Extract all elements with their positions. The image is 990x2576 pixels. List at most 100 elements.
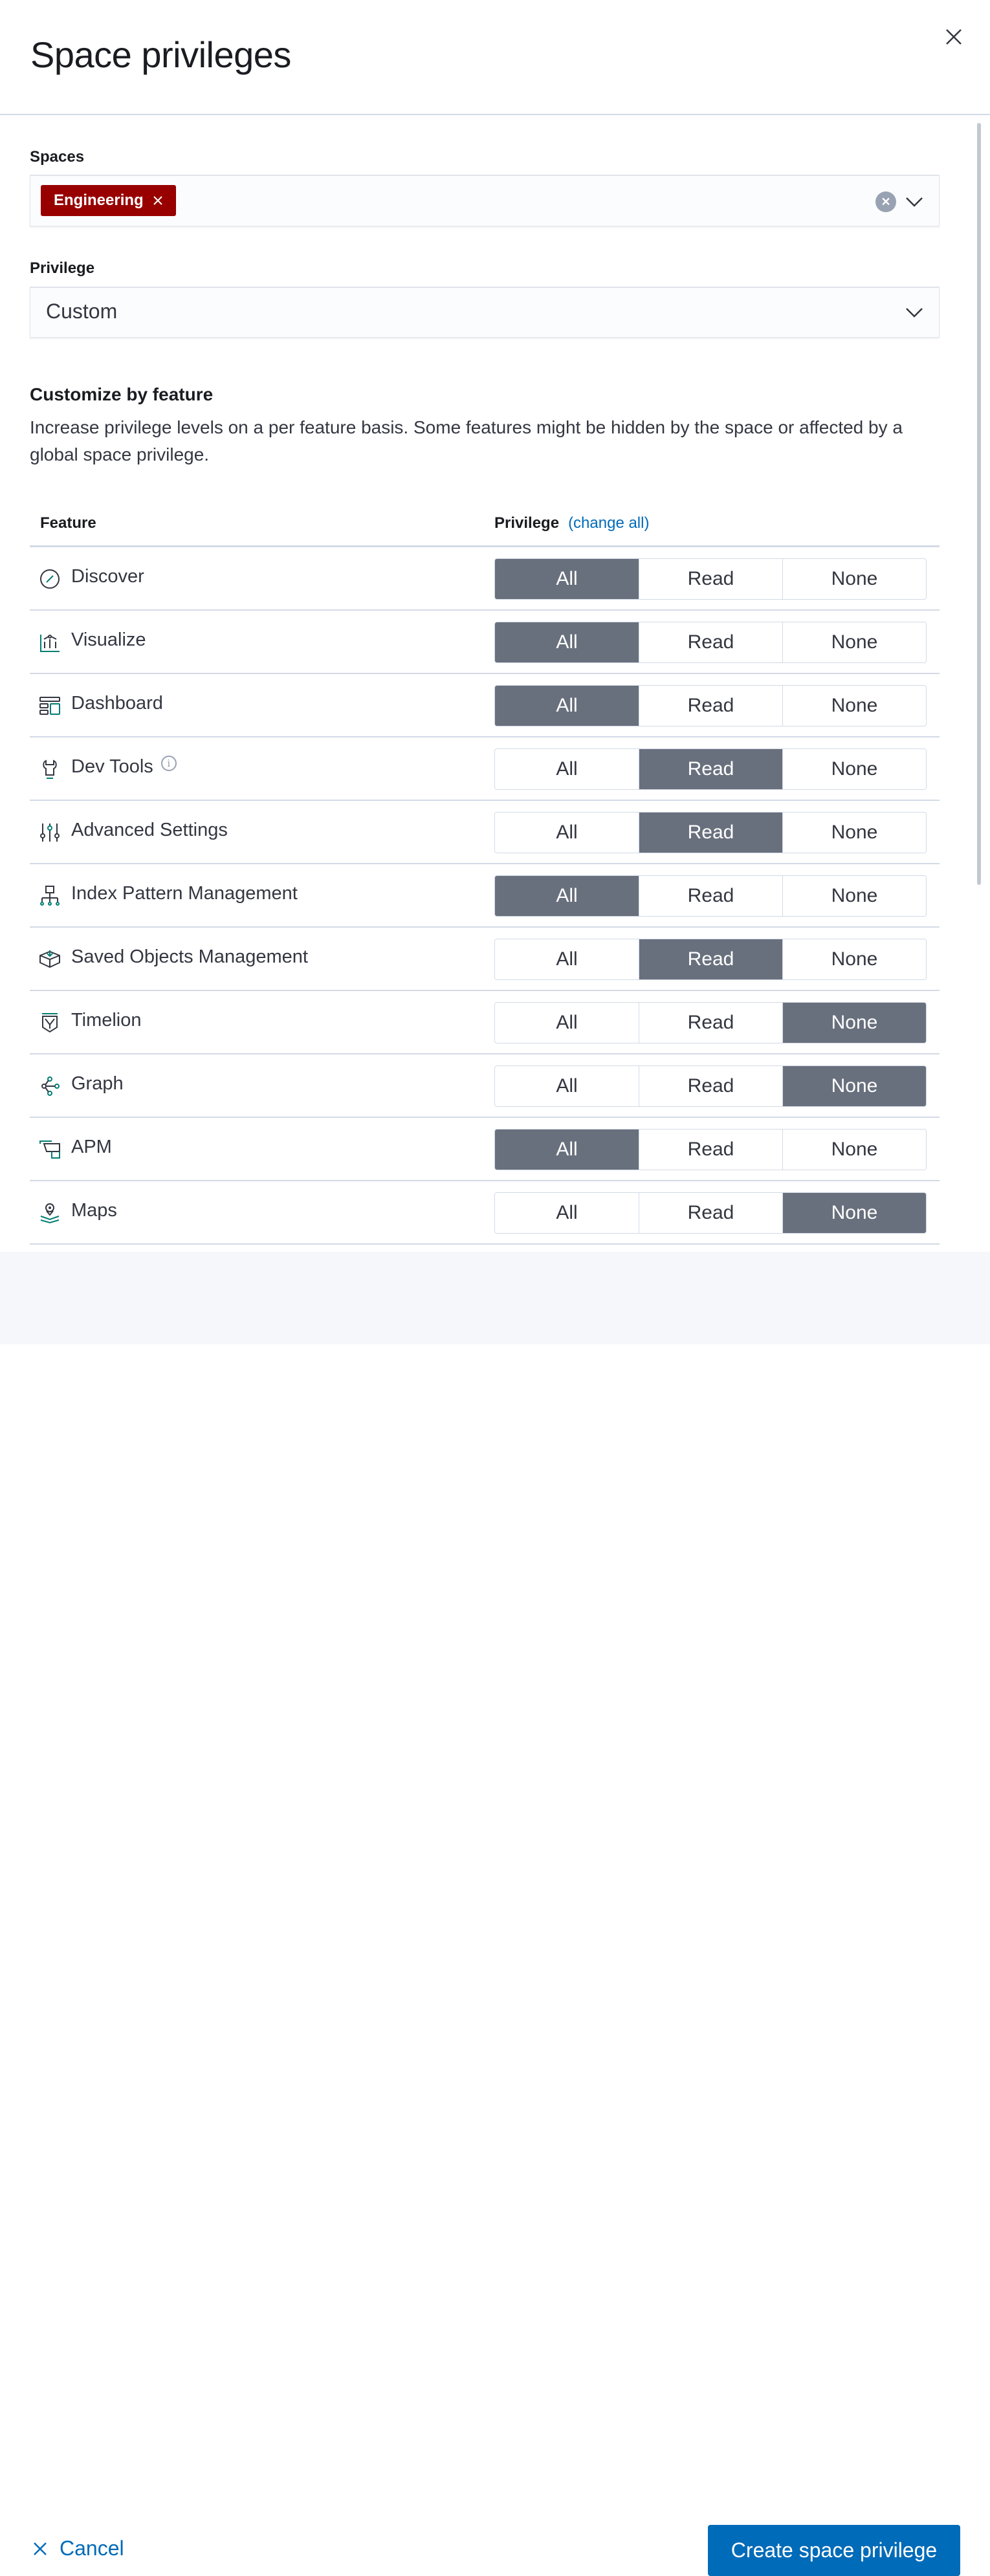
feature-name: Saved Objects Management	[71, 946, 308, 968]
cancel-button[interactable]: Cancel	[32, 2537, 124, 2560]
scrollbar[interactable]	[977, 123, 981, 885]
privilege-option-none[interactable]: None	[782, 1066, 926, 1106]
feature-row-dashboard: Dashboard All Read None	[30, 674, 940, 737]
privilege-option-read[interactable]: Read	[639, 1130, 782, 1170]
privilege-option-read[interactable]: Read	[639, 1003, 782, 1043]
privilege-option-read[interactable]: Read	[639, 622, 782, 662]
privilege-button-group: All Read None	[494, 1192, 927, 1234]
feature-row-apm: APM All Read None	[30, 1118, 940, 1181]
privilege-button-group: All Read None	[494, 939, 927, 980]
privilege-option-all[interactable]: All	[495, 1130, 639, 1170]
remove-chip-icon[interactable]	[153, 195, 163, 206]
cross-icon	[34, 2542, 47, 2555]
privilege-select[interactable]: Custom	[30, 287, 940, 338]
privilege-option-none[interactable]: None	[782, 686, 926, 726]
privilege-option-read[interactable]: Read	[639, 939, 782, 979]
maps-icon	[40, 1203, 60, 1224]
feature-row-visualize: Visualize All Read None	[30, 611, 940, 674]
chevron-down-icon[interactable]	[905, 197, 923, 207]
feature-row-timelion: Timelion All Read None	[30, 991, 940, 1054]
privilege-option-none[interactable]: None	[782, 1193, 926, 1233]
privilege-option-all[interactable]: All	[495, 1003, 639, 1043]
feature-column-header: Feature	[40, 514, 96, 532]
privilege-button-group: All Read None	[494, 1002, 927, 1043]
privilege-option-all[interactable]: All	[495, 876, 639, 916]
feature-label: Index Pattern Management	[71, 883, 298, 904]
privilege-option-all[interactable]: All	[495, 622, 639, 662]
close-icon[interactable]	[944, 27, 963, 47]
timelion-icon	[42, 1013, 58, 1033]
privilege-option-read[interactable]: Read	[639, 559, 782, 599]
feature-row-maps: Maps All Read None	[30, 1181, 940, 1245]
privilege-option-all[interactable]: All	[495, 749, 639, 789]
privilege-option-read[interactable]: Read	[639, 686, 782, 726]
feature-name: Index Pattern Management	[71, 883, 298, 904]
flyout-footer: Cancel Create space privilege	[0, 1252, 990, 2576]
privilege-option-none[interactable]: None	[782, 813, 926, 853]
space-chip-label: Engineering	[54, 191, 144, 209]
info-icon[interactable]: i	[160, 755, 177, 771]
feature-label: Timelion	[71, 1010, 142, 1031]
feature-name: Dashboard	[71, 693, 163, 714]
feature-row-dev-tools: Dev Tools i All Read None	[30, 737, 940, 801]
clear-icon[interactable]: ✕	[875, 191, 896, 212]
privilege-option-all[interactable]: All	[495, 1193, 639, 1233]
privilege-option-all[interactable]: All	[495, 939, 639, 979]
privilege-button-group: All Read None	[494, 622, 927, 663]
customize-heading: Customize by feature	[30, 384, 214, 404]
privilege-button-group: All Read None	[494, 875, 927, 917]
feature-name: Maps	[71, 1200, 117, 1221]
feature-row-discover: Discover All Read None	[30, 547, 940, 611]
privilege-column-header: Privilege (change all)	[494, 514, 649, 532]
feature-label: Dashboard	[71, 693, 163, 714]
dashboard-icon	[39, 697, 60, 715]
feature-row-graph: Graph All Read None	[30, 1054, 940, 1118]
feature-name: Dev Tools i	[71, 755, 177, 778]
privilege-button-group: All Read None	[494, 1065, 927, 1107]
feature-name: Visualize	[71, 629, 146, 651]
create-space-privilege-button[interactable]: Create space privilege	[708, 2525, 960, 2576]
feature-name: APM	[71, 1137, 112, 1158]
privilege-option-all[interactable]: All	[495, 1066, 639, 1106]
feature-label: Saved Objects Management	[71, 946, 308, 967]
privilege-option-none[interactable]: None	[782, 622, 926, 662]
privilege-option-read[interactable]: Read	[639, 813, 782, 853]
privilege-button-group: All Read None	[494, 812, 927, 853]
visualize-icon	[40, 635, 60, 652]
feature-row-advanced-settings: Advanced Settings All Read None	[30, 801, 940, 864]
privilege-option-all[interactable]: All	[495, 813, 639, 853]
privilege-option-all[interactable]: All	[495, 686, 639, 726]
feature-label: Dev Tools	[71, 756, 153, 777]
privilege-option-none[interactable]: None	[782, 749, 926, 789]
customize-description: Increase privilege levels on a per featu…	[30, 417, 903, 464]
feature-label: Maps	[71, 1200, 117, 1221]
privilege-option-read[interactable]: Read	[639, 1066, 782, 1106]
feature-name: Discover	[71, 566, 144, 587]
privilege-option-none[interactable]: None	[782, 559, 926, 599]
spaces-combobox[interactable]: Engineering ✕	[30, 175, 940, 226]
change-all-link[interactable]: (change all)	[568, 514, 649, 532]
privilege-button-group: All Read None	[494, 1129, 927, 1170]
privilege-option-read[interactable]: Read	[639, 876, 782, 916]
wrench-icon	[43, 759, 57, 779]
privilege-option-none[interactable]: None	[782, 876, 926, 916]
privilege-button-group: All Read None	[494, 685, 927, 726]
sliders-icon	[40, 824, 60, 842]
spaces-label: Spaces	[30, 148, 85, 166]
feature-row-saved-objects-management: Saved Objects Management All Read None	[30, 928, 940, 991]
header-divider	[0, 114, 990, 115]
privilege-option-none[interactable]: None	[782, 1130, 926, 1170]
privilege-value: Custom	[46, 300, 118, 323]
box-icon	[39, 950, 60, 968]
privilege-option-read[interactable]: Read	[639, 1193, 782, 1233]
feature-label: Visualize	[71, 629, 146, 650]
feature-label: Advanced Settings	[71, 820, 228, 840]
privilege-option-all[interactable]: All	[495, 559, 639, 599]
space-chip-engineering: Engineering	[41, 185, 176, 216]
privilege-option-none[interactable]: None	[782, 1003, 926, 1043]
index-pattern-icon	[40, 886, 60, 906]
feature-name: Timelion	[71, 1010, 142, 1031]
privilege-option-read[interactable]: Read	[639, 749, 782, 789]
privilege-option-none[interactable]: None	[782, 939, 926, 979]
privilege-button-group: All Read None	[494, 748, 927, 790]
